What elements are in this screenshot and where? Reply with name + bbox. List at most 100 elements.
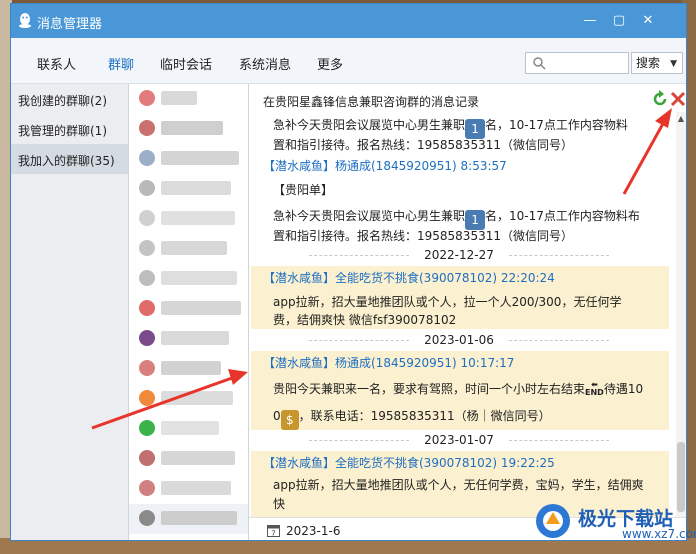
list-item[interactable] <box>129 114 248 144</box>
scroll-up-icon[interactable]: ▲ <box>676 114 686 123</box>
group-list <box>129 84 249 540</box>
avatar <box>139 420 155 436</box>
message-text: 0 $ ，联系电话：19585835311（杨｜微信同号） <box>273 407 551 430</box>
list-item[interactable] <box>129 444 248 474</box>
list-item[interactable] <box>129 414 248 444</box>
minimize-icon[interactable]: — <box>579 10 601 32</box>
search-icon <box>533 57 546 70</box>
avatar <box>139 90 155 106</box>
blurred-name <box>161 361 221 375</box>
list-item[interactable] <box>129 504 248 534</box>
avatar <box>139 150 155 166</box>
list-item[interactable] <box>129 264 248 294</box>
blurred-name <box>161 241 227 255</box>
tab-groups[interactable]: 群聊 <box>108 54 134 73</box>
blurred-name <box>161 391 233 405</box>
avatar <box>139 300 155 316</box>
blurred-name <box>161 211 235 225</box>
svg-text:7: 7 <box>271 530 275 538</box>
blurred-name <box>161 451 235 465</box>
message-sender[interactable]: 【潜水咸鱼】全能吃货不挑食(390078102) 19:22:25 <box>263 454 555 471</box>
avatar <box>139 240 155 256</box>
money-bag-icon: $ <box>280 410 299 430</box>
list-item[interactable] <box>129 234 248 264</box>
avatar <box>139 270 155 286</box>
blurred-name <box>161 91 197 105</box>
message-text: 贵阳今天兼职来一名，要求有驾照，时间一个小时左右结束 ⬅ END待遇10 <box>273 380 643 397</box>
close-icon[interactable]: ✕ <box>637 10 659 32</box>
avatar <box>139 390 155 406</box>
blurred-name <box>161 421 219 435</box>
blurred-name <box>161 271 237 285</box>
calendar-icon[interactable]: 7 <box>267 524 280 537</box>
tab-contacts[interactable]: 联系人 <box>37 54 76 73</box>
qq-penguin-icon <box>19 13 31 28</box>
blurred-name <box>161 151 239 165</box>
refresh-icon[interactable] <box>651 90 669 108</box>
date-separator: 2023-01-07 <box>249 433 669 447</box>
list-item[interactable] <box>129 84 248 114</box>
site-watermark: 极光下载站 www.xz7.com <box>532 500 696 544</box>
list-item[interactable] <box>129 204 248 234</box>
blurred-name <box>161 331 229 345</box>
message-sender[interactable]: 【潜水咸鱼】全能吃货不挑食(390078102) 22:20:24 <box>263 269 555 286</box>
blurred-name <box>161 121 223 135</box>
message-text: 置和指引接待。报名热线：19585835311（微信同号） <box>273 138 573 152</box>
avatar <box>139 510 155 526</box>
group-category-created[interactable]: 我创建的群聊(2) <box>11 84 128 114</box>
window-title: 消息管理器 <box>37 17 103 32</box>
message-text-part: 急补今天贵阳会议展览中心男生兼职 <box>273 209 466 223</box>
date-separator: 2022-12-27 <box>249 248 669 262</box>
list-item[interactable] <box>129 174 248 204</box>
blurred-name <box>161 301 241 315</box>
logo-icon <box>536 504 570 538</box>
message-text-part: 0 <box>273 409 281 423</box>
chat-title: 在贵阳星鑫锋信息兼职咨询群的消息记录 <box>263 95 480 109</box>
delete-icon[interactable] <box>669 90 687 108</box>
tab-temp-sessions[interactable]: 临时会话 <box>160 54 212 73</box>
avatar <box>139 210 155 226</box>
list-item[interactable] <box>129 474 248 504</box>
vertical-scrollbar[interactable]: ▲ <box>676 112 686 517</box>
avatar <box>139 480 155 496</box>
watermark-url: www.xz7.com <box>622 527 696 541</box>
message-history[interactable]: 急补今天贵阳会议展览中心男生兼职 1 名，10-17点工作内容物料 置和指引接待。报… <box>249 112 674 517</box>
maximize-icon[interactable]: ▢ <box>608 10 630 32</box>
avatar <box>139 450 155 466</box>
message-text-part: 名，10-17点工作内容物料布 <box>485 209 640 223</box>
avatar <box>139 360 155 376</box>
list-item[interactable] <box>129 294 248 324</box>
tab-system-messages[interactable]: 系统消息 <box>239 54 291 73</box>
message-sender[interactable]: 【潜水咸鱼】杨通成(1845920951) 10:17:17 <box>263 354 514 371</box>
message-text: app拉新，招大量地推团队或个人，拉一个人200/300，无任何学 <box>273 295 622 309</box>
avatar <box>139 180 155 196</box>
blurred-name <box>161 511 237 525</box>
group-category-joined[interactable]: 我加入的群聊(35) <box>11 144 128 174</box>
tab-more[interactable]: 更多 <box>317 54 343 73</box>
end-icon-label: END <box>585 388 604 397</box>
list-item[interactable] <box>129 354 248 384</box>
blurred-name <box>161 181 231 195</box>
group-category-managed[interactable]: 我管理的群聊(1) <box>11 114 128 144</box>
message-text: 快 <box>273 497 286 511</box>
search-input[interactable] <box>525 52 629 74</box>
list-item[interactable] <box>129 324 248 354</box>
group-categories: 我创建的群聊(2) 我管理的群聊(1) 我加入的群聊(35) <box>11 84 129 540</box>
message-text-part: 贵阳今天兼职来一名，要求有驾照，时间一个小时左右结束 <box>273 382 586 396</box>
message-text: 置和指引接待。报名热线：19585835311（微信同号） <box>273 229 573 243</box>
message-text-part: 待遇10 <box>603 382 644 396</box>
message-sender[interactable]: 【潜水咸鱼】杨通成(1845920951) 8:53:57 <box>263 157 507 174</box>
selected-date[interactable]: 2023-1-6 <box>286 524 340 538</box>
chevron-down-icon: ▼ <box>670 59 677 69</box>
date-separator: 2023-01-06 <box>249 333 669 347</box>
message-text: 【贵阳单】 <box>273 183 334 197</box>
title-bar: 消息管理器 — ▢ ✕ <box>11 4 686 38</box>
message-manager-window: 消息管理器 — ▢ ✕ 联系人 群聊 临时会话 系统消息 更多 搜索 ▼ 我创建… <box>10 3 687 541</box>
nav-bar: 联系人 群聊 临时会话 系统消息 更多 搜索 ▼ <box>11 38 686 84</box>
list-item[interactable] <box>129 384 248 414</box>
search-button[interactable]: 搜索 ▼ <box>631 52 683 74</box>
list-item[interactable] <box>129 144 248 174</box>
message-text: app拉新，招大量地推团队或个人，无任何学费，宝妈，学生，结佣爽 <box>273 478 644 492</box>
message-text-part: 名，10-17点工作内容物料 <box>485 118 628 132</box>
avatar <box>139 120 155 136</box>
